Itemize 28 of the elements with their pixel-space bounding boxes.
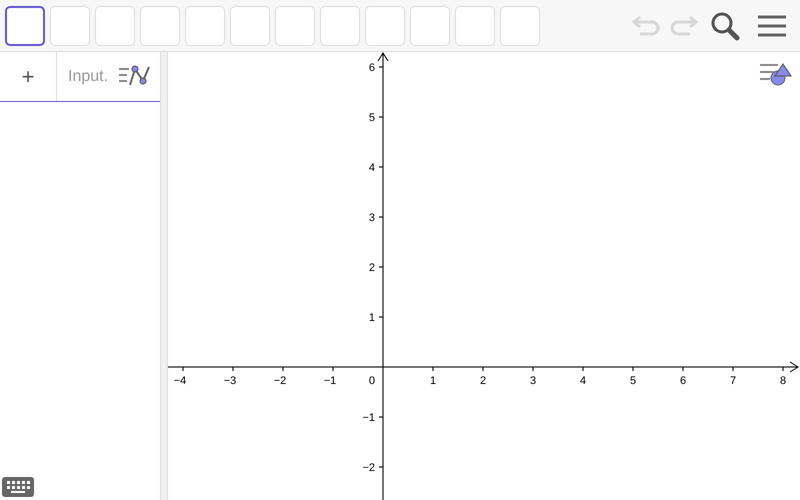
search-icon[interactable]: [710, 10, 740, 40]
menu-icon[interactable]: [758, 14, 786, 38]
y-tick-label: −1: [362, 412, 375, 424]
y-tick-label: −2: [362, 462, 375, 474]
y-tick-label: 1: [368, 312, 375, 324]
x-tick-label: 2: [480, 375, 486, 387]
x-tick-label: 7: [730, 375, 736, 387]
x-tick-label: 4: [580, 375, 586, 387]
y-tick-label: 3: [368, 212, 375, 224]
x-tick-label: −4: [174, 375, 186, 387]
add-button[interactable]: +: [0, 52, 57, 101]
x-tick-label: −1: [324, 375, 336, 387]
y-tick-label: 2: [368, 262, 375, 274]
y-tick-label: 5: [368, 112, 375, 124]
y-tick-label: 4: [368, 162, 375, 174]
origin-label: 0: [368, 375, 375, 387]
x-tick-label: 3: [530, 375, 536, 387]
x-tick-label: 8: [780, 375, 786, 387]
style-bar-icon[interactable]: [760, 62, 792, 86]
input-field[interactable]: Input.: [57, 52, 119, 101]
x-tick-label: 6: [680, 375, 686, 387]
tool-button[interactable]: [5, 6, 45, 46]
x-tick-label: 1: [430, 375, 436, 387]
x-tick-label: −2: [274, 375, 286, 387]
keyboard-icon[interactable]: [2, 477, 34, 497]
y-tick-label: 6: [368, 62, 375, 74]
x-tick-label: 5: [630, 375, 636, 387]
x-tick-label: −3: [224, 375, 236, 387]
